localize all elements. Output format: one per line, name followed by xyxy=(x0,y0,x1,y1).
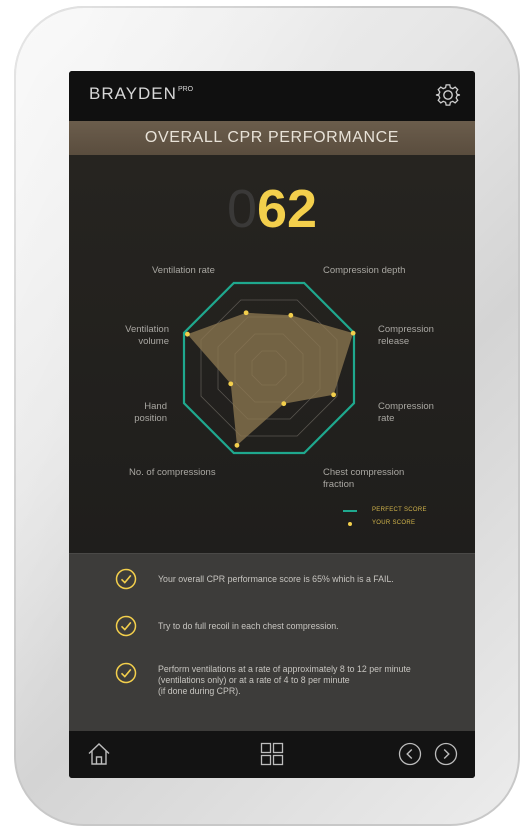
chevron-left-icon[interactable] xyxy=(398,742,422,766)
label-chest-compression-fraction-line2: fraction xyxy=(323,479,355,490)
your-score-point xyxy=(288,312,294,318)
label-ventilation-rate: Ventilation rate xyxy=(152,265,215,276)
legend-yours-swatch xyxy=(348,522,352,526)
label-compression-release-line2: release xyxy=(378,336,410,347)
feedback-panel: Your overall CPR performance score is 65… xyxy=(69,553,475,732)
label-compression-rate-line2: rate xyxy=(378,413,395,424)
your-score-point xyxy=(281,401,287,407)
label-compression-depth: Compression depth xyxy=(323,265,406,276)
label-hand-position-line2: position xyxy=(134,413,167,424)
bottom-nav-bar xyxy=(69,731,475,778)
grid-icon[interactable] xyxy=(260,742,284,766)
feedback-text: Perform ventilations at a rate of approx… xyxy=(158,664,464,697)
legend-your-score: YOUR SCORE xyxy=(372,520,416,526)
label-compression-rate-line1: Compression xyxy=(378,401,434,412)
label-ventilation-volume: Ventilation volume xyxy=(111,324,169,348)
home-icon[interactable] xyxy=(86,741,112,767)
your-score-point xyxy=(234,442,240,448)
label-compression-release: Compression release xyxy=(378,324,434,348)
feedback-text: Try to do full recoil in each chest comp… xyxy=(158,621,339,631)
label-no-of-compressions: No. of compressions xyxy=(129,467,216,478)
your-score-point xyxy=(331,392,336,398)
label-chest-compression-fraction: Chest compression fraction xyxy=(323,467,404,491)
label-ventilation-volume-line2: volume xyxy=(138,336,169,347)
feedback-text-line2: (ventilations only) or at a rate of 4 to… xyxy=(158,675,350,685)
your-score-area xyxy=(187,312,354,446)
check-circle-icon xyxy=(115,568,137,590)
your-score-point xyxy=(243,310,249,316)
label-compression-rate: Compression rate xyxy=(378,401,434,425)
legend-perfect-score: PERFECT SCORE xyxy=(372,507,427,513)
label-hand-position: Hand position xyxy=(109,401,167,425)
your-score-point xyxy=(350,330,356,336)
feedback-text: Your overall CPR performance score is 65… xyxy=(158,574,394,584)
app-screen: BRAYDENPRO OVERALL CPR PERFORMANCE 062 V… xyxy=(69,71,475,778)
check-circle-icon xyxy=(115,615,137,637)
feedback-text-line3: (if done during CPR). xyxy=(158,686,241,696)
your-score-point xyxy=(185,331,190,337)
label-hand-position-line1: Hand xyxy=(144,401,167,412)
feedback-text-line1: Perform ventilations at a rate of approx… xyxy=(158,664,411,674)
check-circle-icon xyxy=(115,662,137,684)
label-compression-release-line1: Compression xyxy=(378,324,434,335)
label-chest-compression-fraction-line1: Chest compression xyxy=(323,467,405,478)
chevron-right-icon[interactable] xyxy=(434,742,458,766)
your-score-point xyxy=(228,381,234,387)
label-ventilation-volume-line1: Ventilation xyxy=(125,324,169,335)
